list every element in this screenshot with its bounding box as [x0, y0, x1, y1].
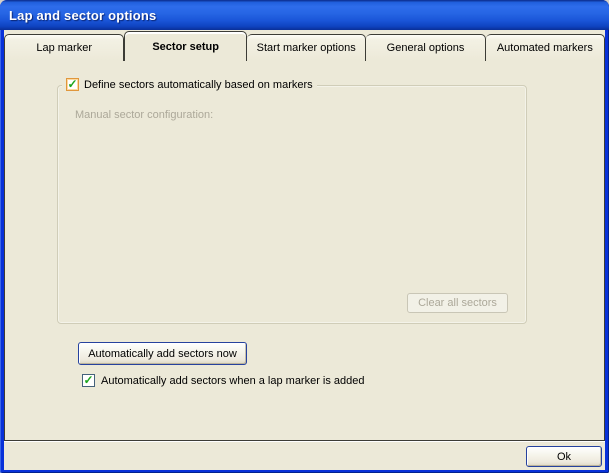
- title-bar[interactable]: Lap and sector options: [0, 0, 609, 30]
- auto-add-checkbox-row: ✓ Automatically add sectors when a lap m…: [82, 374, 365, 387]
- ok-button-label: Ok: [557, 451, 571, 463]
- tab-label: Automated markers: [497, 42, 593, 54]
- tab-label: Start marker options: [257, 42, 356, 54]
- ok-button[interactable]: Ok: [526, 446, 602, 467]
- tab-label: General options: [387, 42, 465, 54]
- tab-start-marker-options[interactable]: Start marker options: [247, 34, 366, 61]
- manual-sector-groupbox: ✓ Define sectors automatically based on …: [57, 85, 527, 324]
- auto-add-sectors-checkbox[interactable]: ✓: [82, 374, 95, 387]
- checkmark-icon: ✓: [83, 375, 93, 386]
- tab-lap-marker[interactable]: Lap marker: [4, 34, 124, 61]
- tab-sector-setup[interactable]: Sector setup: [124, 31, 247, 61]
- window-title: Lap and sector options: [9, 8, 156, 23]
- dialog-footer: Ok: [4, 441, 605, 470]
- tab-panel-sector-setup: ✓ Define sectors automatically based on …: [4, 60, 605, 441]
- auto-add-sectors-label[interactable]: Automatically add sectors when a lap mar…: [101, 375, 365, 387]
- groupbox-legend: ✓ Define sectors automatically based on …: [62, 78, 317, 91]
- automatically-add-sectors-now-button-label: Automatically add sectors now: [88, 348, 237, 360]
- tab-strip: Lap marker Sector setup Start marker opt…: [4, 31, 605, 61]
- tab-general-options[interactable]: General options: [366, 34, 485, 61]
- automatically-add-sectors-now-button[interactable]: Automatically add sectors now: [78, 342, 247, 365]
- checkmark-icon: ✓: [67, 79, 77, 90]
- clear-all-sectors-button[interactable]: Clear all sectors: [407, 293, 508, 313]
- tab-label: Lap marker: [36, 42, 92, 54]
- define-sectors-label[interactable]: Define sectors automatically based on ma…: [84, 79, 313, 91]
- lap-and-sector-options-dialog: Lap and sector options Lap marker Sector…: [0, 0, 609, 473]
- clear-all-sectors-button-label: Clear all sectors: [418, 297, 497, 309]
- tab-label: Sector setup: [152, 41, 219, 53]
- manual-sector-configuration-label: Manual sector configuration:: [75, 109, 213, 121]
- dialog-client-area: Lap marker Sector setup Start marker opt…: [4, 30, 605, 470]
- define-sectors-checkbox[interactable]: ✓: [66, 78, 79, 91]
- tab-automated-markers[interactable]: Automated markers: [486, 34, 605, 61]
